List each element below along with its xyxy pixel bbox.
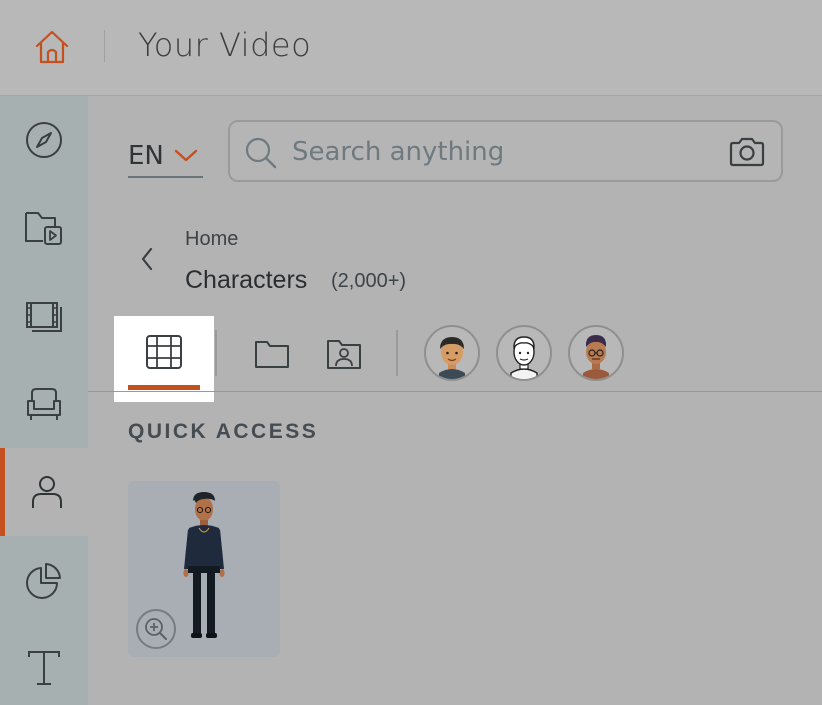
- tab-my-characters[interactable]: [320, 330, 368, 378]
- sidebar-item-scenes[interactable]: [0, 272, 88, 360]
- tab-divider: [215, 330, 217, 376]
- tab-style-3[interactable]: [568, 325, 624, 381]
- image-search-button[interactable]: [727, 134, 767, 170]
- tab-divider: [396, 330, 398, 376]
- sidebar-item-media[interactable]: [0, 184, 88, 272]
- sidebar-item-explore[interactable]: [0, 96, 88, 184]
- tab-folder[interactable]: [248, 330, 296, 378]
- camera-icon: [729, 137, 765, 167]
- sidebar-item-props[interactable]: [0, 360, 88, 448]
- character-avatar-icon: [510, 336, 538, 379]
- result-count: (2,000+): [331, 270, 407, 292]
- sidebar-item-text[interactable]: [0, 624, 88, 705]
- film-icon: [26, 302, 62, 332]
- chevron-down-icon: [174, 149, 198, 162]
- tabs-divider: [88, 391, 822, 392]
- page-title: Characters: [185, 266, 308, 294]
- sidebar-item-characters[interactable]: [0, 448, 88, 536]
- user-folder-icon: [327, 340, 361, 369]
- top-bar: Your Video: [0, 0, 822, 96]
- character-card[interactable]: [128, 481, 280, 657]
- sidebar: [0, 96, 88, 705]
- tab-style-2[interactable]: [496, 325, 552, 381]
- tab-style-1[interactable]: [424, 325, 480, 381]
- home-icon: [35, 30, 69, 64]
- home-button[interactable]: [30, 26, 74, 68]
- sidebar-item-charts[interactable]: [0, 536, 88, 624]
- zoom-in-icon: [145, 618, 167, 640]
- folder-icon: [255, 341, 289, 368]
- text-icon: [28, 651, 60, 685]
- selected-tab-indicator: [128, 385, 200, 390]
- header-divider: [104, 30, 105, 62]
- compass-icon: [26, 122, 62, 158]
- language-label: EN: [128, 141, 164, 171]
- folder-video-icon: [25, 212, 62, 245]
- search-bar: [228, 120, 783, 182]
- tab-all[interactable]: [114, 316, 214, 402]
- search-icon: [245, 137, 277, 169]
- armchair-icon: [27, 388, 61, 420]
- breadcrumb-parent[interactable]: Home: [185, 228, 238, 251]
- person-icon: [31, 476, 62, 508]
- language-select[interactable]: EN: [128, 136, 203, 178]
- quick-access-heading: QUICK ACCESS: [128, 420, 319, 443]
- back-button[interactable]: [134, 244, 160, 274]
- character-avatar-icon: [583, 335, 609, 379]
- chevron-left-icon: [141, 247, 153, 271]
- grid-icon: [146, 335, 182, 369]
- character-avatar-icon: [439, 337, 465, 379]
- search-input[interactable]: [292, 134, 712, 170]
- video-title[interactable]: Your Video: [138, 26, 311, 64]
- pie-chart-icon: [26, 563, 61, 599]
- zoom-preview-button[interactable]: [136, 609, 176, 649]
